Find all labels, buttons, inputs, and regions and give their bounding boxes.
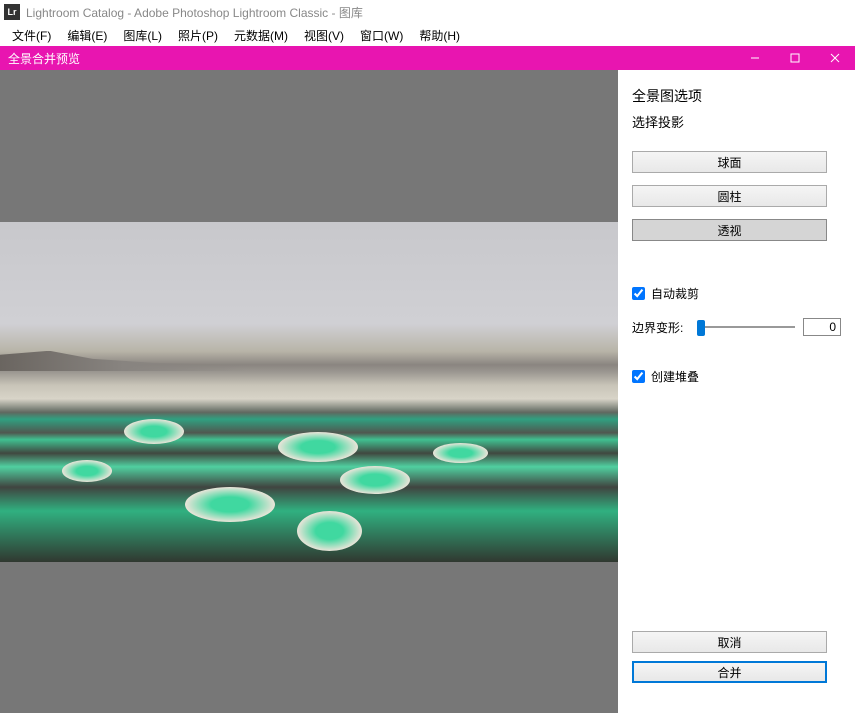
dialog-body: 全景图选项 选择投影 球面 圆柱 透视 自动裁剪 边界变形: 创建堆叠 取消 合… (0, 70, 855, 713)
auto-crop-row[interactable]: 自动裁剪 (632, 285, 841, 302)
panorama-preview-image (0, 222, 618, 562)
projection-spherical-button[interactable]: 球面 (632, 151, 827, 173)
auto-crop-checkbox[interactable] (632, 287, 645, 300)
app-logo: Lr (4, 4, 20, 20)
app-titlebar: Lr Lightroom Catalog - Adobe Photoshop L… (0, 0, 855, 24)
menubar: 文件(F) 编辑(E) 图库(L) 照片(P) 元数据(M) 视图(V) 窗口(… (0, 24, 855, 46)
menu-library[interactable]: 图库(L) (115, 25, 170, 46)
boundary-warp-input[interactable] (803, 318, 841, 336)
create-stack-checkbox[interactable] (632, 370, 645, 383)
projection-perspective-button[interactable]: 透视 (632, 219, 827, 241)
minimize-button[interactable] (735, 46, 775, 70)
maximize-button[interactable] (775, 46, 815, 70)
create-stack-row[interactable]: 创建堆叠 (632, 368, 841, 385)
cancel-button[interactable]: 取消 (632, 631, 827, 653)
menu-window[interactable]: 窗口(W) (352, 25, 411, 46)
menu-photo[interactable]: 照片(P) (170, 25, 226, 46)
projection-title: 选择投影 (632, 112, 841, 131)
options-pane: 全景图选项 选择投影 球面 圆柱 透视 自动裁剪 边界变形: 创建堆叠 取消 合… (618, 70, 855, 713)
boundary-warp-slider[interactable] (697, 326, 795, 328)
options-title: 全景图选项 (632, 86, 841, 106)
menu-metadata[interactable]: 元数据(M) (226, 25, 296, 46)
dialog-title: 全景合并预览 (8, 50, 735, 67)
create-stack-label: 创建堆叠 (651, 368, 699, 385)
app-title: Lightroom Catalog - Adobe Photoshop Ligh… (26, 4, 363, 21)
boundary-warp-row: 边界变形: (632, 318, 841, 336)
menu-file[interactable]: 文件(F) (4, 25, 59, 46)
maximize-icon (790, 53, 800, 63)
menu-help[interactable]: 帮助(H) (411, 25, 468, 46)
projection-cylindrical-button[interactable]: 圆柱 (632, 185, 827, 207)
auto-crop-label: 自动裁剪 (651, 285, 699, 302)
boundary-warp-slider-thumb[interactable] (697, 320, 705, 336)
dialog-titlebar: 全景合并预览 (0, 46, 855, 70)
merge-button[interactable]: 合并 (632, 661, 827, 683)
preview-pane (0, 70, 618, 713)
menu-edit[interactable]: 编辑(E) (59, 25, 115, 46)
menu-view[interactable]: 视图(V) (296, 25, 352, 46)
close-button[interactable] (815, 46, 855, 70)
boundary-warp-label: 边界变形: (632, 319, 683, 336)
minimize-icon (750, 53, 760, 63)
close-icon (830, 53, 840, 63)
